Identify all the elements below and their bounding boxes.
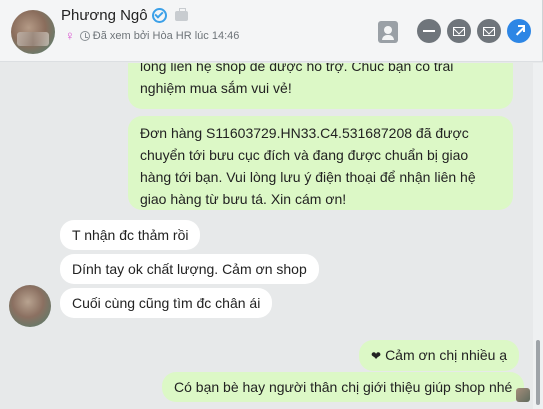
contact-status-row: ♀ Đã xem bởi Hòa HR lúc 14:46 <box>65 28 239 43</box>
message-incoming[interactable]: Dính tay ok chất lượng. Cảm ơn shop <box>60 254 319 284</box>
clock-icon <box>79 30 90 41</box>
heart-icon: ❤ <box>371 349 382 363</box>
female-icon: ♀ <box>65 28 75 43</box>
forward-button[interactable] <box>507 19 531 43</box>
briefcase-icon <box>174 7 188 21</box>
message-outgoing[interactable]: lòng liên hệ shop để được hỗ trợ. Chúc b… <box>128 63 513 109</box>
verified-icon <box>151 8 167 23</box>
message-outgoing[interactable]: Có bạn bè hay người thân chị giới thiệu … <box>162 372 525 402</box>
message-incoming[interactable]: T nhận đc thảm rồi <box>60 220 201 250</box>
chat-header: Phương Ngô ♀ Đã xem bởi Hòa HR lúc 14:46 <box>0 0 543 62</box>
message-outgoing[interactable]: Đơn hàng S11603729.HN33.C4.531687208 đã … <box>128 116 513 210</box>
scrollbar-thumb[interactable] <box>536 340 540 405</box>
message-incoming[interactable]: Cuối cùng cũng tìm đc chân ái <box>60 288 273 318</box>
sender-avatar[interactable] <box>9 285 51 327</box>
mail-alt-button[interactable] <box>477 19 501 43</box>
seen-status: Đã xem bởi Hòa HR lúc 14:46 <box>92 29 240 42</box>
read-receipt-avatar <box>516 388 530 402</box>
arrow-up-right-icon <box>514 25 525 36</box>
contact-name[interactable]: Phương Ngô <box>61 7 148 24</box>
mail-icon <box>453 26 465 36</box>
minimize-button[interactable] <box>417 19 441 43</box>
mail-alt-icon <box>483 26 495 36</box>
message-text: Cảm ơn chị nhiều ạ <box>385 347 508 363</box>
mail-button[interactable] <box>447 19 471 43</box>
contact-card-icon[interactable] <box>378 21 398 43</box>
message-outgoing[interactable]: ❤ Cảm ơn chị nhiều ạ <box>359 340 520 371</box>
contact-avatar[interactable] <box>11 10 55 54</box>
contact-name-row: Phương Ngô <box>61 7 188 24</box>
chat-messages[interactable]: lòng liên hệ shop để được hỗ trợ. Chúc b… <box>0 63 533 409</box>
